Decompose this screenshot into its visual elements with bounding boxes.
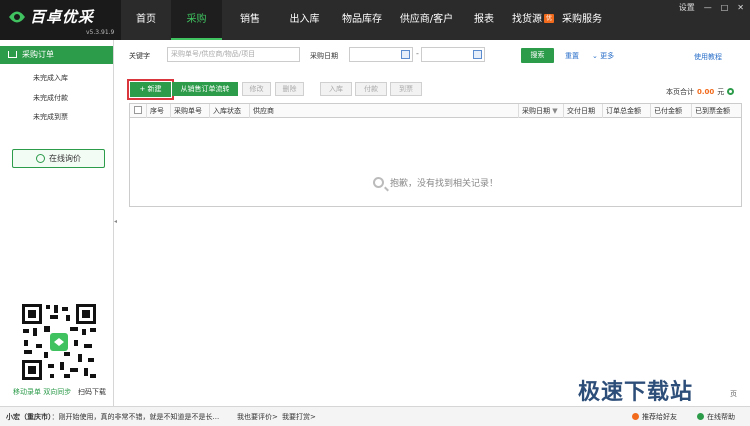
qr-download-label: 扫码下载 [78,388,106,396]
recommend-label: 推荐给好友 [642,413,677,421]
recommend-friend-link[interactable]: 推荐给好友 [632,412,677,422]
purchase-orders-table: 序号 采购单号 入库状态 供应商 采购日期 ▼ 交付日期 订单总金额 已付金额 … [129,103,742,207]
help-label: 在线帮助 [707,413,735,421]
sort-desc-icon: ▼ [552,107,558,115]
nav-inventory-io[interactable]: 出入库 [278,0,331,40]
close-button[interactable]: ✕ [737,3,744,13]
reward-link[interactable]: 我要打赏> [282,412,316,422]
new-order-button[interactable]: + 新建 [130,82,171,97]
invoice-button[interactable]: 到票 [390,82,422,96]
nav-sales[interactable]: 销售 [222,0,278,40]
online-inquiry-label: 在线询价 [49,154,81,163]
sidebar-header-label: 采购订单 [22,50,54,59]
logo-icon [9,11,25,23]
reset-link[interactable]: 重置 [565,51,579,61]
edit-button[interactable]: 修改 [242,82,271,96]
purchase-date-label: 采购日期 [310,52,338,60]
stock-in-button[interactable]: 入库 [320,82,352,96]
empty-message: 抱歉，没有找到相关记录！ [389,179,498,189]
pager-fragment: 页 [730,390,737,398]
checkbox-icon [134,106,142,114]
watermark: 极速下载站 [578,380,694,405]
minimize-button[interactable]: — [704,3,712,13]
col-order-no[interactable]: 采购单号 [171,104,210,118]
date-end-input[interactable] [421,47,485,62]
search-button[interactable]: 搜索 [521,48,554,63]
new-button-highlight: + 新建 [127,79,174,100]
sidebar-header[interactable]: 采购订单 [0,46,113,64]
more-filters-link[interactable]: ⌄ 更多 [592,51,614,61]
sidebar-item-not-stocked[interactable]: 未完成入库 [33,73,68,83]
search-icon [372,177,384,188]
tutorial-link[interactable]: 使用教程 [694,52,722,62]
sidebar: 采购订单 未完成入库 未完成付款 未完成到票 在线询价 移动录单 双向同步 扫码… [0,40,114,406]
col-purchase-date[interactable]: 采购日期 ▼ [519,104,564,118]
write-review-link[interactable]: 我也要评价> [237,412,278,422]
sidebar-item-not-invoiced[interactable]: 未完成到票 [33,112,68,122]
date-start-input[interactable] [349,47,413,62]
empty-state: 抱歉，没有找到相关记录！ [130,176,741,189]
nav-suppliers[interactable]: 供应商/客户 [393,0,460,40]
col-paid-amount[interactable]: 已付金额 [651,104,692,118]
pay-button[interactable]: 付款 [355,82,387,96]
online-help-link[interactable]: 在线帮助 [697,412,735,422]
keyword-input[interactable]: 采购单号/供应商/物品/项目 [167,47,300,62]
help-icon [697,413,704,420]
col-supplier[interactable]: 供应商 [250,104,519,118]
col-index[interactable]: 序号 [147,104,171,118]
date-separator: - [416,49,419,58]
chevron-down-icon: ⌄ [592,52,601,60]
status-bar: 小宏（重庆市）：刚开始使用，真的非常不错，就是不知道是不是长... 我也要评价>… [0,406,750,426]
col-total-amount[interactable]: 订单总金额 [603,104,651,118]
col-invoiced-amount[interactable]: 已到票金额 [692,104,741,118]
review-ticker: 小宏（重庆市）：刚开始使用，真的非常不错，就是不知道是不是长... [6,412,219,422]
app-logo: 百卓优采 v5.3.91.9 [0,0,121,40]
review-text: ：刚开始使用，真的非常不错，就是不知道是不是长... [51,413,220,421]
col-purchase-date-label: 采购日期 [522,107,550,115]
app-version: v5.3.91.9 [86,29,115,36]
page-total-value: 0.00 [697,88,715,96]
inquiry-icon [36,154,45,163]
sidebar-item-not-paid[interactable]: 未完成付款 [33,93,68,103]
qr-code [20,302,98,382]
calendar-icon[interactable] [473,50,482,59]
share-icon [632,413,639,420]
cart-icon [8,51,17,58]
nav-purchase[interactable]: 采购 [171,0,222,40]
keyword-label: 关键字 [129,52,150,60]
top-bar: 百卓优采 v5.3.91.9 首页 采购 销售 出入库 物品库存 供应商/客户 … [0,0,750,40]
calendar-icon[interactable] [401,50,410,59]
main-panel: 关键字 采购单号/供应商/物品/项目 采购日期 - 搜索 重置 ⌄ 更多 使用教… [120,40,750,406]
page-total: 本页合计 0.00 元 [666,87,735,97]
nav-find-source[interactable]: 找货源优 [508,0,558,40]
nav-badge: 优 [543,14,554,23]
app-name: 百卓优采 [30,8,95,26]
page-total-label: 本页合计 [666,88,694,96]
nav-reports[interactable]: 报表 [460,0,508,40]
select-all-checkbox[interactable] [130,104,147,118]
nav-stock[interactable]: 物品库存 [331,0,393,40]
qr-caption: 移动录单 双向同步 [13,388,72,396]
reviewer-name: 小宏（重庆市） [6,413,52,421]
nav-find-source-label: 找货源 [511,14,542,25]
nav-home[interactable]: 首页 [121,0,171,40]
window-controls: 设置 — □ ✕ [679,3,744,13]
more-filters-label: 更多 [600,52,615,60]
settings-menu[interactable]: 设置 [679,3,695,13]
col-delivery-date[interactable]: 交付日期 [564,104,603,118]
nav-purchase-service[interactable]: 采购服务 [558,0,606,40]
maximize-button[interactable]: □ [721,3,729,13]
delete-button[interactable]: 删除 [275,82,304,96]
gear-icon[interactable] [727,88,735,95]
from-sales-order-button[interactable]: 从销售订单流转 [172,82,238,96]
online-inquiry-button[interactable]: 在线询价 [12,149,105,168]
page-total-unit: 元 [717,88,725,96]
main-nav: 首页 采购 销售 出入库 物品库存 供应商/客户 报表 找货源优 采购服务 [121,0,606,40]
col-stock-status[interactable]: 入库状态 [210,104,250,118]
table-header: 序号 采购单号 入库状态 供应商 采购日期 ▼ 交付日期 订单总金额 已付金额 … [130,104,741,118]
